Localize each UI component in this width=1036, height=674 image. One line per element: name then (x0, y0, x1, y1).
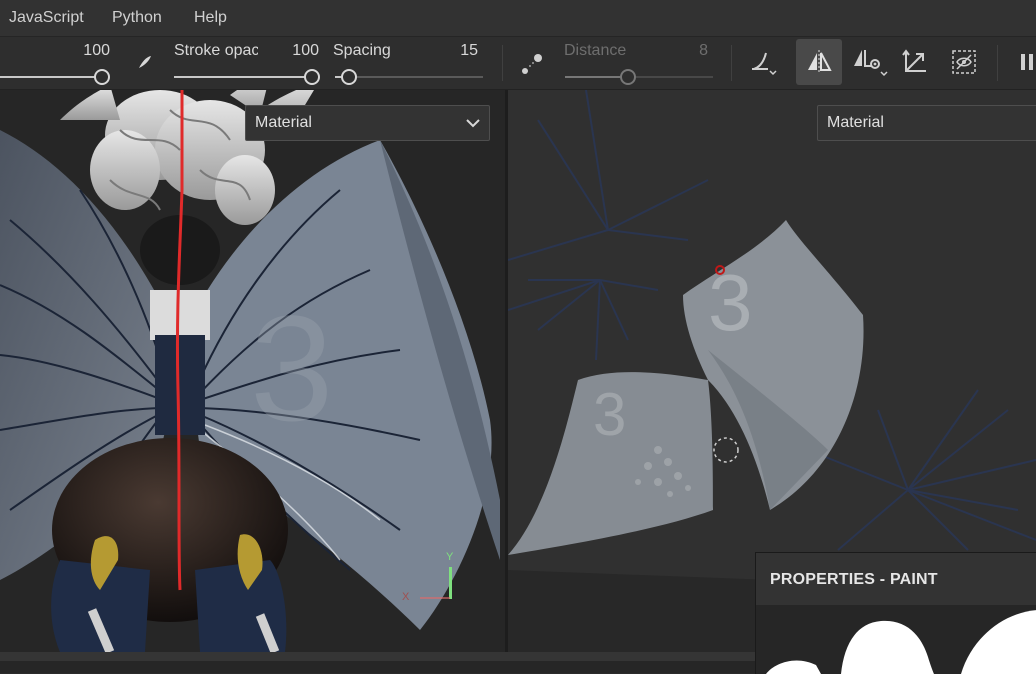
properties-panel-header[interactable]: PROPERTIES - PAINT (756, 553, 1036, 606)
gizmo-x-axis (420, 597, 450, 599)
symmetry-icon (808, 50, 832, 74)
channel-select-value: Material (255, 114, 312, 131)
size-slider-knob[interactable] (94, 69, 110, 85)
size-slider-track[interactable] (0, 76, 104, 78)
distance-slider-track[interactable] (565, 76, 713, 78)
properties-paint-panel: PROPERTIES - PAINT (755, 552, 1036, 674)
wing-decal: 3 (250, 284, 333, 452)
transform-icon (902, 49, 926, 72)
gizmo-x-label: X (402, 591, 410, 603)
lazy-mouse-icon[interactable] (520, 50, 546, 79)
stroke-opacity-slider-fill (174, 76, 314, 78)
hide-unfocused-button[interactable] (941, 39, 987, 85)
chevron-down-icon (466, 119, 480, 128)
axis-gizmo: Y X (398, 545, 458, 605)
transform-button[interactable] (892, 39, 938, 85)
distance-label: Distance (564, 42, 627, 59)
stroke-opacity-slider-track[interactable] (174, 76, 314, 78)
horizontal-scrollbar[interactable] (0, 652, 760, 661)
pause-icon[interactable] (1021, 54, 1036, 70)
gizmo-y-label: Y (446, 551, 454, 563)
brush-tip-icon[interactable] (136, 53, 154, 74)
menu-bar: JavaScript Python Help (0, 0, 1036, 37)
distance-slider-fill (565, 76, 627, 78)
spacing-slider-track[interactable] (335, 76, 483, 78)
stroke-opacity-label: Stroke opac (174, 42, 258, 59)
distance-value[interactable]: 8 (668, 42, 708, 60)
properties-panel-title: PROPERTIES - PAINT (770, 571, 938, 588)
symmetry-settings-button[interactable] (846, 39, 892, 85)
viewport-2d-channel-select[interactable]: Material (817, 105, 1036, 141)
brush-cursor-ring (713, 437, 739, 463)
channel-select-value: Material (827, 114, 884, 131)
distance-slider-knob[interactable] (620, 69, 636, 85)
stroke-opacity-value[interactable]: 100 (270, 42, 319, 60)
spacing-label: Spacing (333, 42, 391, 59)
uv-decal-left: 3 (593, 381, 626, 448)
tool-options-bar: 100 Stroke opac 100 Spacing 15 Distance … (0, 37, 1036, 90)
brush-alpha-preview (756, 605, 1036, 674)
size-value[interactable]: 100 (60, 42, 110, 60)
viewport-3d-channel-select[interactable]: Material (245, 105, 490, 141)
symmetry-settings-icon (854, 50, 888, 77)
size-slider-fill (0, 76, 104, 78)
toolbar-separator (502, 45, 503, 81)
toolbar-separator (731, 45, 732, 81)
hide-unfocused-icon (952, 50, 976, 74)
menu-python[interactable]: Python (112, 0, 162, 36)
spacing-slider-knob[interactable] (341, 69, 357, 85)
menu-javascript[interactable]: JavaScript (9, 0, 84, 36)
stroke-curve-button[interactable] (740, 39, 786, 85)
menu-help[interactable]: Help (194, 0, 227, 36)
spacing-value[interactable]: 15 (430, 42, 478, 60)
viewport-3d[interactable]: 3 Y X Material (0, 90, 505, 652)
toolbar-separator (997, 45, 998, 81)
uv-decal-right: 3 (708, 258, 753, 347)
gizmo-y-axis (449, 567, 452, 599)
stroke-curve-icon (752, 52, 777, 76)
stroke-opacity-slider-knob[interactable] (304, 69, 320, 85)
symmetry-button[interactable] (796, 39, 842, 85)
